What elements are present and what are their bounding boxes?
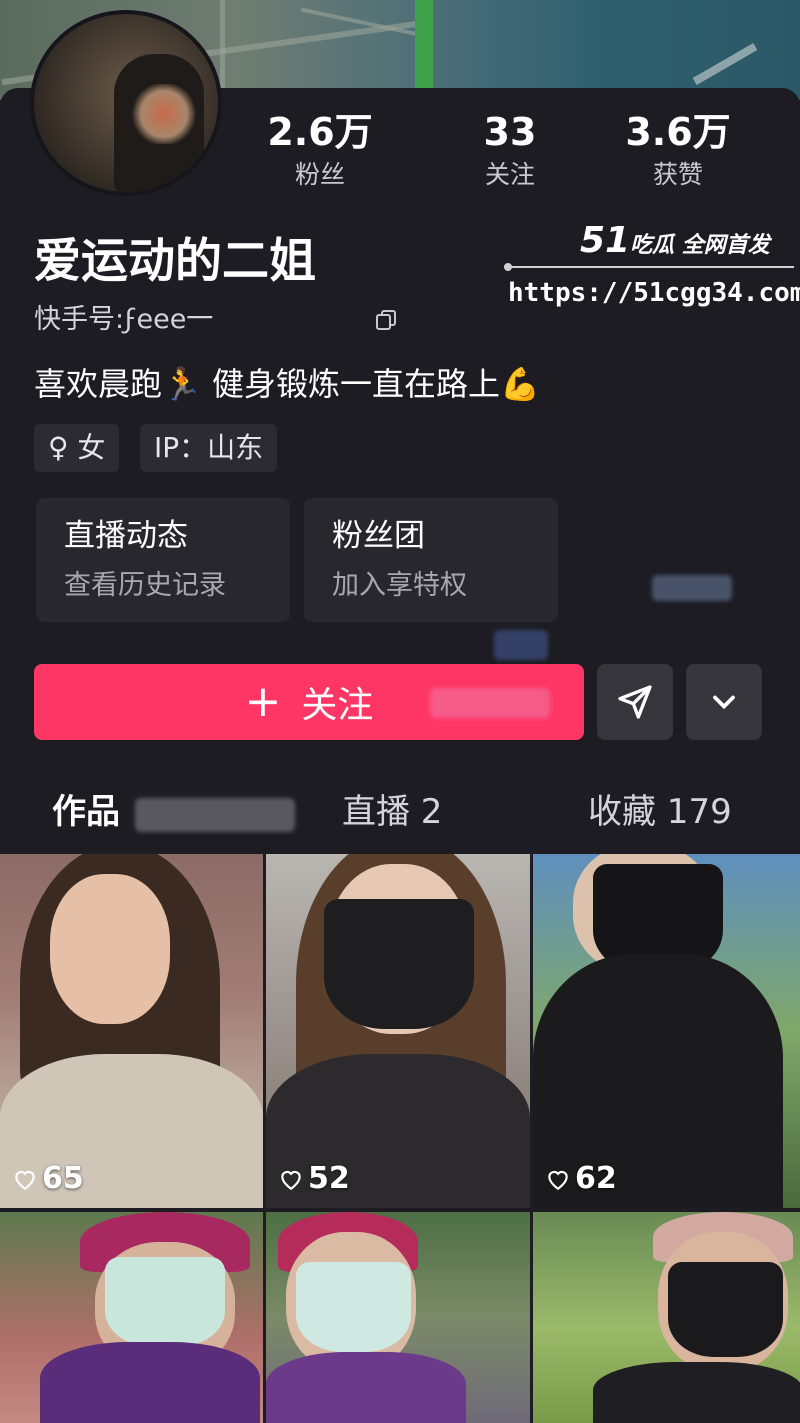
tab-favorites[interactable]: 收藏 179	[588, 790, 732, 834]
stat-following[interactable]: 33 关注	[440, 110, 580, 190]
likes-count: 65	[42, 1161, 84, 1196]
plus-icon: +	[244, 676, 282, 727]
fan-club-card[interactable]: 粉丝团 加入享特权	[304, 498, 558, 622]
content-tabs: 作品 直播 2 收藏 179	[0, 774, 800, 854]
username: 爱运动的二姐	[34, 234, 316, 289]
video-thumbnail[interactable]: 62	[533, 854, 800, 1208]
video-likes: 65	[12, 1161, 84, 1196]
chevron-down-icon	[713, 695, 735, 710]
stat-followers[interactable]: 2.6万 粉丝	[250, 110, 390, 190]
stat-value: 33	[483, 110, 537, 154]
kuaishou-id: 快手号:ϝ𝖾𝖾𝖾一	[34, 304, 214, 335]
stat-label: 关注	[484, 160, 535, 189]
stat-label: 获赞	[652, 160, 703, 189]
video-likes: 62	[545, 1161, 617, 1196]
card-subtitle: 加入享特权	[332, 570, 467, 601]
more-button[interactable]	[686, 664, 762, 740]
heart-icon	[281, 1170, 301, 1190]
share-button[interactable]	[597, 664, 673, 740]
copy-icon[interactable]	[374, 308, 398, 332]
watermark-brand: 51吃瓜 全网首发	[580, 220, 770, 261]
tab-works[interactable]: 作品	[52, 790, 120, 834]
watermark-brand-text: 吃瓜 全网首发	[630, 233, 770, 258]
watermark-brand-number: 51	[580, 220, 631, 261]
avatar[interactable]	[30, 10, 222, 196]
heart-icon	[548, 1170, 568, 1190]
stat-label: 粉丝	[294, 160, 345, 189]
censor-blur	[135, 798, 295, 832]
card-subtitle: 查看历史记录	[64, 570, 226, 601]
likes-count: 62	[575, 1161, 617, 1196]
bio: 喜欢晨跑🏃 健身锻炼一直在路上💪	[34, 365, 540, 403]
censor-blur	[494, 630, 548, 660]
stat-value: 3.6万	[625, 110, 731, 154]
send-icon	[618, 685, 652, 719]
video-thumbnail[interactable]	[533, 1212, 800, 1423]
video-thumbnail[interactable]: 52	[266, 854, 530, 1208]
watermark-divider	[504, 263, 794, 271]
follow-label: 关注	[301, 685, 374, 726]
heart-icon	[15, 1170, 35, 1190]
tag-gender: ♀ 女	[34, 424, 120, 472]
video-likes: 52	[278, 1161, 350, 1196]
video-thumbnail[interactable]	[0, 1212, 263, 1423]
censor-blur	[652, 575, 732, 601]
likes-count: 52	[308, 1161, 350, 1196]
profile-stats: 2.6万 粉丝 33 关注 3.6万 获赞	[250, 110, 790, 200]
card-title: 粉丝团	[332, 518, 425, 554]
tab-live[interactable]: 直播 2	[342, 790, 442, 834]
censor-blur	[430, 688, 550, 718]
stat-likes[interactable]: 3.6万 获赞	[608, 110, 748, 190]
live-history-card[interactable]: 直播动态 查看历史记录	[36, 498, 290, 622]
watermark: 51吃瓜 全网首发 https://51cgg34.com	[500, 220, 800, 320]
watermark-url: https://51cgg34.com	[508, 278, 800, 308]
video-thumbnail[interactable]: 65	[0, 854, 263, 1208]
profile-card	[0, 88, 800, 858]
video-grid: 65 52 62	[0, 854, 800, 1423]
card-title: 直播动态	[64, 518, 188, 554]
stat-value: 2.6万	[267, 110, 373, 154]
video-thumbnail[interactable]	[266, 1212, 530, 1423]
tag-ip-location: IP：山东	[140, 424, 278, 472]
